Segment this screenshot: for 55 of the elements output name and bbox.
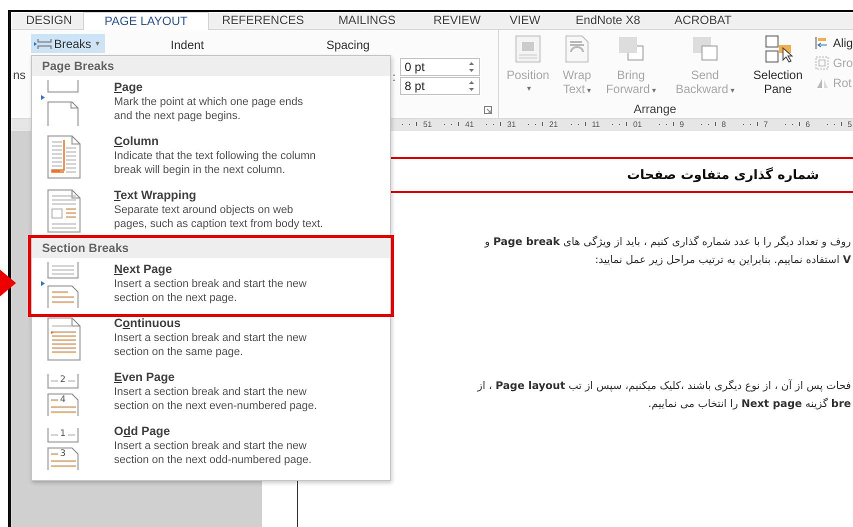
document-heading: شماره گذاری متفاوت صفحات [626,168,819,182]
ribbon-tab[interactable]: REVIEW [417,12,497,29]
menu-item-title: Page [114,80,144,94]
menu-item-description: Separate text around objects on web pages, such as caption text from body text. [114,203,324,231]
ribbon-tab[interactable]: PAGE LAYOUT [83,12,209,31]
menu-section-header: Page Breaks [32,56,390,76]
spacing-label: Spacing [326,38,370,52]
menu-item-description: Indicate that the text following the column break will begin in the next column. [114,149,316,177]
ribbon-tab[interactable]: ACROBAT [663,12,743,29]
ribbon-button[interactable]: Selection Pane [744,34,811,98]
ribbon-tab[interactable]: MAILINGS [317,12,417,29]
menu-item-description: Insert a section break and start the new section on the same page. [114,331,307,359]
ribbon-button[interactable]: Alig [814,36,853,50]
group-icon [814,56,829,70]
menu-item-description: Insert a section break and start the new section on the next even-numbered page. [114,385,318,413]
menu-item-title: Next Page [114,262,174,276]
menu-item[interactable]: Text Wrapping Separate text around objects on web pages, such as caption text from body text. [32,184,390,238]
menu-item[interactable]: Continuous Insert a section break and start the new section on the same page. [32,312,390,366]
menu-item[interactable]: Next Page Insert a section break and start the new section on the next page. [32,258,390,312]
menu-section-header: Section Breaks [32,238,390,258]
spacing-field[interactable]: 0 pt [400,58,480,76]
ribbon-tab[interactable]: VIEW [497,12,553,29]
spacing-field[interactable]: 8 pt [400,77,480,95]
page-number: 4 [59,395,67,405]
spinner-icon[interactable] [468,80,475,92]
selection-icon [762,34,793,64]
spinner-icon[interactable] [468,61,475,73]
align-icon [814,36,829,50]
position-icon [512,34,543,64]
ribbon-tab[interactable]: DESIGN [15,12,83,29]
indent-label: Indent [170,38,204,52]
page-break-icon [34,38,52,50]
menu-item-title: Column [114,134,160,148]
ribbon-label: ns [13,68,27,82]
breaks-button[interactable]: Breaks ▾ [30,34,106,53]
menu-item[interactable]: 2 4 Even Page Insert a section break and start the new section on the next even-numbered page. [32,366,390,420]
menu-item-title: Odd Page [114,424,172,438]
menu-item-description: Insert a section break and start the new section on the next odd-numbered page. [114,439,312,467]
menu-item-description: Mark the point at which one page ends and the next page begins. [114,95,303,123]
menu-item-title: Text Wrapping [114,188,198,202]
menu-item-title: Even Page [114,370,176,384]
menu-item[interactable]: Column Indicate that the text following the column break will begin in the next column. [32,130,390,184]
field-label: : [392,70,396,84]
page-number: 2 [59,375,67,385]
page-number: 3 [59,449,67,459]
page-number: 1 [59,429,67,439]
dialog-launcher-icon[interactable] [484,106,492,114]
ruler: 51 41 31 21 11 01 9 8 7 6 5 [394,119,853,129]
menu-item[interactable]: Page Mark the point at which one page ends and the next page begins. [32,76,390,130]
menu-item-title: Continuous [114,316,182,330]
menu-item-description: Insert a section break and start the new section on the next page. [114,277,307,305]
menu-item[interactable]: 1 3 Odd Page Insert a section break and start the new section on the next odd-numbered page. [32,420,390,474]
ribbon-tab[interactable]: REFERENCES [209,12,317,29]
ribbon-tab[interactable]: EndNote X8 [553,12,663,29]
group-label: Arrange [634,102,676,116]
